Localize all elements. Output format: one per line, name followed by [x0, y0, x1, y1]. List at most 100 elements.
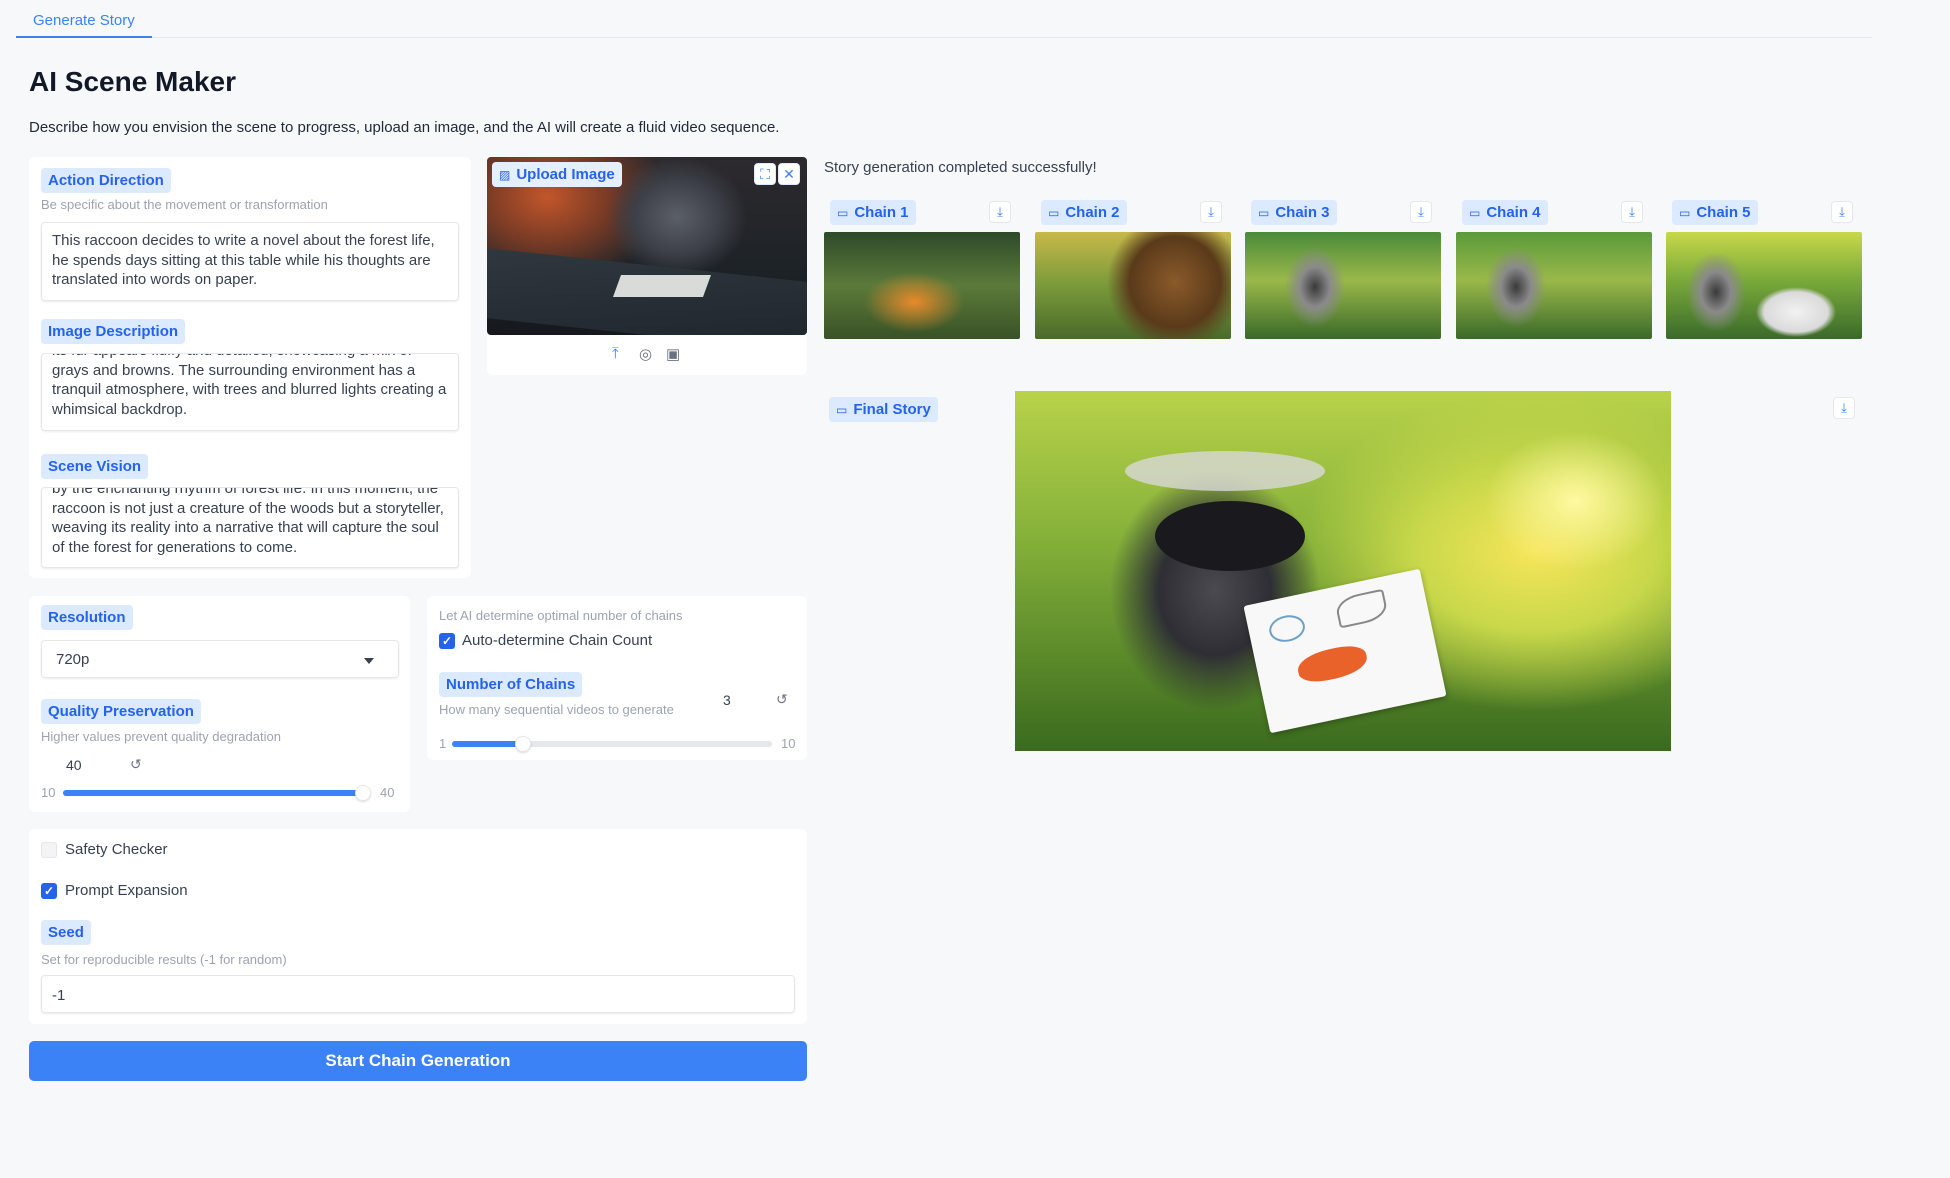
sketch-fox	[1295, 641, 1370, 686]
quality-min: 10	[41, 785, 56, 800]
chain-2-video[interactable]: ▭ Chain 2 ⤓	[1035, 196, 1231, 339]
seed-label: Seed	[41, 920, 91, 945]
quality-slider[interactable]	[63, 785, 371, 801]
image-description-textarea[interactable]: its fur appears fluffy and detailed, sho…	[41, 353, 459, 431]
video-icon: ▭	[1679, 206, 1691, 220]
download-icon[interactable]: ⤓	[1410, 201, 1432, 223]
chain-5-label: ▭ Chain 5	[1672, 200, 1758, 225]
download-icon[interactable]: ⤓	[989, 201, 1011, 223]
quality-max: 40	[380, 785, 395, 800]
close-icon[interactable]: ✕	[778, 163, 800, 185]
chain-3-label: ▭ Chain 3	[1251, 200, 1337, 225]
resolution-select[interactable]: 720p	[41, 640, 399, 678]
safety-checker-checkbox[interactable]	[41, 842, 57, 858]
upload-controls: ⤒ ◎ ▣	[487, 335, 807, 375]
status-text: Story generation completed successfully!	[824, 159, 1097, 176]
chain-3-video[interactable]: ▭ Chain 3 ⤓	[1245, 196, 1441, 339]
chains-config-panel: Let AI determine optimal number of chain…	[427, 596, 807, 760]
download-icon[interactable]: ⤓	[1621, 201, 1643, 223]
num-chains-slider-fill	[452, 741, 523, 747]
quality-info: Higher values prevent quality degradatio…	[41, 729, 281, 744]
raccoon-mask-shape	[1155, 501, 1305, 571]
upload-image-label-text: Upload Image	[516, 166, 615, 183]
chain-1-video[interactable]: ▭ Chain 1 ⤓	[824, 196, 1020, 339]
num-chains-slider-thumb[interactable]	[515, 736, 531, 752]
raccoon-stripe-shape	[1125, 451, 1325, 491]
chain-3-thumbnail[interactable]	[1245, 232, 1441, 339]
num-chains-slider[interactable]	[452, 736, 772, 752]
chain-2-thumbnail[interactable]	[1035, 232, 1231, 339]
video-icon: ▭	[1469, 206, 1481, 220]
webcam-icon[interactable]: ◎	[639, 345, 652, 363]
resolution-label: Resolution	[41, 605, 133, 630]
chain-4-video[interactable]: ▭ Chain 4 ⤓	[1456, 196, 1652, 339]
chain-4-label: ▭ Chain 4	[1462, 200, 1548, 225]
download-icon[interactable]: ⤓	[1831, 201, 1853, 223]
prompt-panel: Action Direction Be specific about the m…	[29, 157, 471, 578]
seed-info: Set for reproducible results (-1 for ran…	[41, 952, 287, 967]
page-title: AI Scene Maker	[29, 66, 236, 97]
num-chains-max: 10	[781, 736, 796, 751]
scene-vision-label: Scene Vision	[41, 454, 149, 479]
image-icon: ▨	[499, 168, 511, 182]
prompt-expansion-checkbox[interactable]: ✓	[41, 883, 57, 899]
prompt-expansion-label: Prompt Expansion	[65, 882, 188, 899]
action-direction-label: Action Direction	[41, 168, 171, 193]
auto-chain-label: Auto-determine Chain Count	[462, 632, 653, 649]
chain-5-label-text: Chain 5	[1696, 204, 1751, 221]
quality-number-input[interactable]: 40	[66, 757, 82, 773]
chain-1-label: ▭ Chain 1	[830, 200, 916, 225]
paper-shape	[612, 275, 712, 297]
chain-4-thumbnail[interactable]	[1456, 232, 1652, 339]
quality-label: Quality Preservation	[41, 699, 201, 724]
quality-reset-icon[interactable]: ↺	[130, 756, 142, 773]
video-icon: ▭	[1048, 206, 1060, 220]
upload-image-label: ▨ Upload Image	[492, 162, 622, 187]
fullscreen-icon[interactable]: ⛶	[754, 163, 776, 185]
chain-2-label: ▭ Chain 2	[1041, 200, 1127, 225]
download-icon[interactable]: ⤓	[1833, 397, 1855, 419]
sketch-bird-2	[1333, 588, 1390, 629]
sketch-paper	[1243, 568, 1447, 734]
download-icon[interactable]: ⤓	[1200, 201, 1222, 223]
scene-vision-textarea[interactable]: by the enchanting rhythm of forest life.…	[41, 487, 459, 568]
image-description-label: Image Description	[41, 319, 186, 344]
num-chains-label: Number of Chains	[439, 672, 583, 697]
upload-icon[interactable]: ⤒	[612, 345, 619, 362]
final-story-video[interactable]	[1015, 391, 1671, 751]
video-icon: ▭	[836, 403, 848, 417]
resolution-value: 720p	[56, 651, 90, 668]
num-chains-reset-icon[interactable]: ↺	[776, 691, 788, 708]
num-chains-input[interactable]: 3	[723, 692, 731, 708]
resolution-panel: Resolution 720p Quality Preservation Hig…	[29, 596, 410, 812]
chain-1-thumbnail[interactable]	[824, 232, 1020, 339]
tab-bar: Generate Story	[16, 0, 1872, 38]
clipboard-icon[interactable]: ▣	[666, 345, 680, 363]
chevron-down-icon	[364, 658, 374, 664]
action-direction-info: Be specific about the movement or transf…	[41, 197, 328, 212]
chain-3-label-text: Chain 3	[1275, 204, 1330, 221]
seed-input[interactable]: -1	[41, 975, 795, 1013]
auto-chain-checkbox[interactable]: ✓	[439, 633, 455, 649]
num-chains-info: How many sequential videos to generate	[439, 702, 674, 717]
sketch-bird	[1266, 612, 1308, 646]
scene-vision-text: by the enchanting rhythm of forest life.…	[52, 487, 444, 556]
quality-slider-thumb[interactable]	[355, 785, 371, 801]
chain-2-label-text: Chain 2	[1065, 204, 1120, 221]
safety-checker-label: Safety Checker	[65, 841, 168, 858]
auto-chain-info: Let AI determine optimal number of chain…	[439, 608, 683, 623]
tab-generate-story[interactable]: Generate Story	[16, 0, 152, 38]
chain-4-label-text: Chain 4	[1486, 204, 1541, 221]
action-direction-textarea[interactable]: This raccoon decides to write a novel ab…	[41, 222, 459, 301]
quality-slider-fill	[63, 790, 363, 796]
final-story-label-text: Final Story	[853, 401, 931, 418]
start-chain-generation-button[interactable]: Start Chain Generation	[29, 1041, 807, 1081]
chain-5-thumbnail[interactable]	[1666, 232, 1862, 339]
video-icon: ▭	[837, 206, 849, 220]
chain-5-video[interactable]: ▭ Chain 5 ⤓	[1666, 196, 1862, 339]
image-description-text: its fur appears fluffy and detailed, sho…	[52, 354, 447, 418]
page-description: Describe how you envision the scene to p…	[29, 119, 780, 136]
chain-1-label-text: Chain 1	[854, 204, 909, 221]
video-icon: ▭	[1258, 206, 1270, 220]
options-panel: Safety Checker ✓ Prompt Expansion Seed S…	[29, 829, 807, 1024]
